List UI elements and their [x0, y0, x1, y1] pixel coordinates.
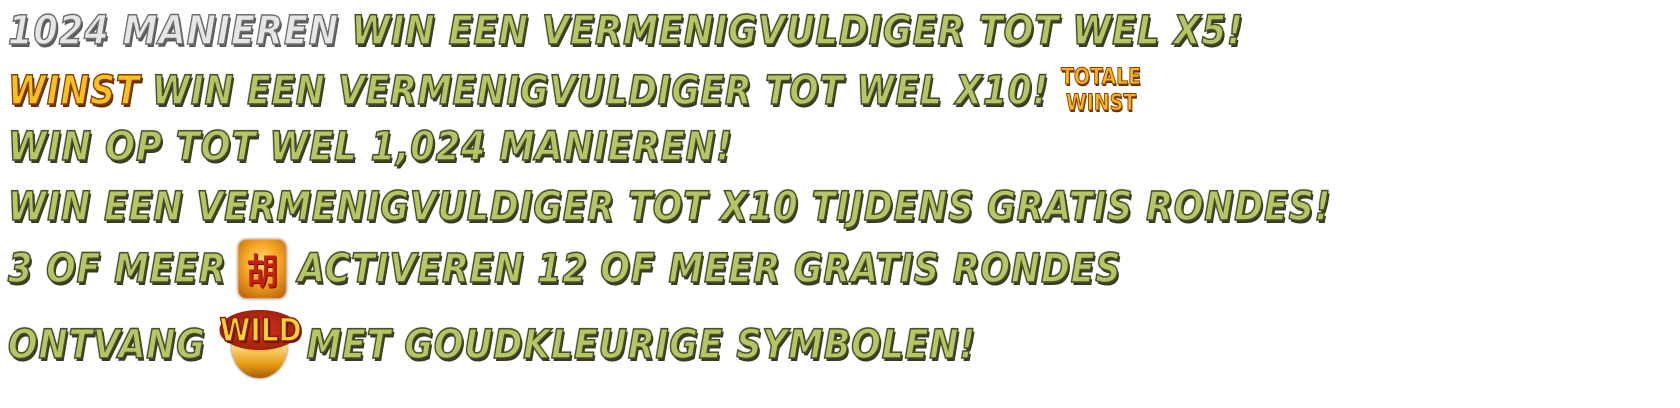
text-free-spins-multiplier: WIN EEN VERMENIGVULDIGER TOT X10 TIJDENS… — [7, 184, 1332, 230]
line-2-inner: WINST WIN EEN VERMENIGVULDIGER TOT WEL X… — [7, 62, 1142, 120]
wild-label: WILD — [219, 310, 302, 350]
text-activate-free-spins: ACTIVEREN 12 OF MEER GRATIS RONDES — [297, 246, 1122, 292]
line-4-inner: WIN EEN VERMENIGVULDIGER TOT X10 TIJDENS… — [7, 184, 1332, 230]
line-1-inner: 1024 MANIEREN WIN EEN VERMENIGVULDIGER T… — [7, 8, 1244, 54]
text-gold-symbols: MET GOUDKLEURIGE SYMBOLEN! — [306, 322, 977, 368]
line-winst: WINST WIN EEN VERMENIGVULDIGER TOT WEL X… — [7, 62, 1326, 120]
line-6-inner: ONTVANG WILD MET GOUDKLEURIGE SYMBOLEN! — [7, 310, 977, 380]
text-ontvang: ONTVANG — [7, 322, 206, 368]
line-free-spins-multiplier: WIN EEN VERMENIGVULDIGER TOT X10 TIJDENS… — [7, 178, 1529, 236]
text-1024-ways: WIN OP TOT WEL 1,024 MANIEREN! — [7, 124, 733, 170]
label-winst: WINST — [7, 68, 141, 114]
line-scatter-trigger: 3 OF MEER 胡 ACTIVEREN 12 OF MEER GRATIS … — [7, 240, 1288, 298]
line-1024-ways: WIN OP TOT WEL 1,024 MANIEREN! — [7, 118, 832, 176]
text-3-of-meer: 3 OF MEER — [7, 246, 227, 292]
label-1024-manieren: 1024 MANIEREN — [7, 8, 340, 54]
text-multiplier-x10: WIN EEN VERMENIGVULDIGER TOT WEL X10! — [151, 68, 1049, 114]
scatter-hu-icon: 胡 — [238, 240, 286, 298]
totale-winst-badge-bottom: WINST — [1065, 91, 1137, 117]
scatter-hu-glyph: 胡 — [246, 251, 278, 293]
totale-winst-badge: TOTALE WINST — [1061, 62, 1142, 120]
totale-winst-badge-top: TOTALE — [1061, 65, 1142, 91]
text-multiplier-x5: WIN EEN VERMENIGVULDIGER TOT WEL X5! — [351, 8, 1244, 54]
line-3-inner: WIN OP TOT WEL 1,024 MANIEREN! — [7, 124, 733, 170]
line-5-inner: 3 OF MEER 胡 ACTIVEREN 12 OF MEER GRATIS … — [7, 240, 1122, 298]
line-1024-manieren: 1024 MANIEREN WIN EEN VERMENIGVULDIGER T… — [7, 2, 1412, 60]
wild-ingot-icon: WILD — [216, 310, 303, 380]
line-wild-gold: ONTVANG WILD MET GOUDKLEURIGE SYMBOLEN! — [7, 310, 1121, 380]
